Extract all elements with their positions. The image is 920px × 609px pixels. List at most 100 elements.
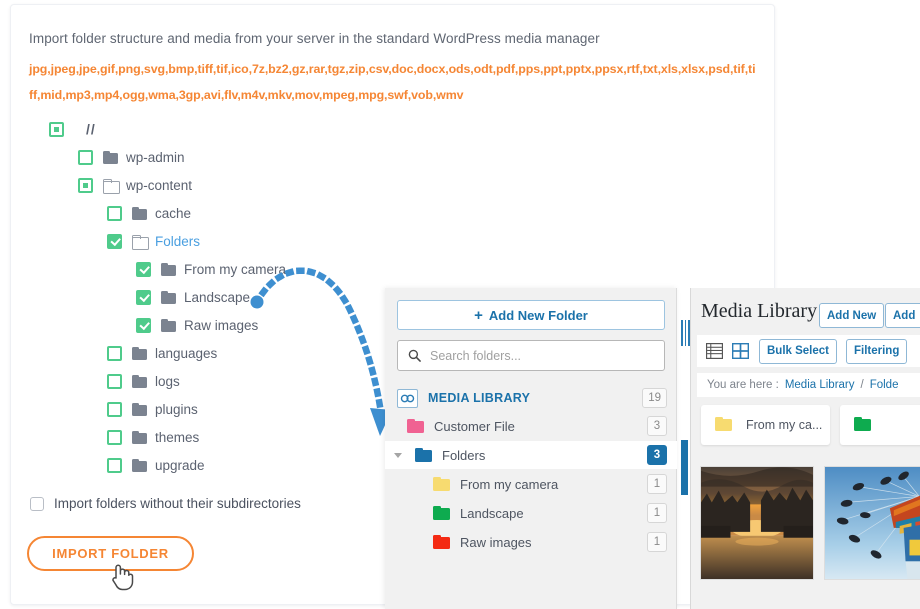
folder-row-raw-images[interactable]: Raw images 1 bbox=[385, 528, 677, 556]
folder-row-customer-file[interactable]: Customer File 3 bbox=[385, 412, 677, 440]
folder-item-count: 1 bbox=[647, 503, 667, 523]
folder-item-count: 1 bbox=[647, 532, 667, 552]
checkbox-logs[interactable] bbox=[107, 373, 122, 389]
search-folders-field[interactable]: Search folders... bbox=[397, 340, 665, 371]
tree-row-raw-images[interactable]: Raw images bbox=[31, 311, 391, 339]
supported-extensions-text: jpg,jpeg,jpe,gif,png,svg,bmp,tiff,tif,ic… bbox=[29, 62, 756, 102]
tree-row-logs[interactable]: logs bbox=[31, 367, 391, 395]
chevron-down-icon[interactable] bbox=[394, 452, 402, 458]
folder-row-from-my-camera[interactable]: From my camera 1 bbox=[385, 470, 677, 498]
folder-icon bbox=[407, 419, 424, 433]
tree-label: themes bbox=[155, 429, 200, 445]
tree-label: languages bbox=[155, 345, 218, 361]
folder-solid-icon bbox=[132, 346, 147, 360]
breadcrumb-separator: / bbox=[860, 379, 864, 391]
checkbox-wp-content[interactable] bbox=[78, 177, 93, 193]
grid-view-icon[interactable] bbox=[732, 343, 749, 359]
media-library-label: MEDIA LIBRARY bbox=[428, 391, 531, 405]
tree-label: Raw images bbox=[184, 317, 259, 333]
panel-resize-handle[interactable] bbox=[681, 320, 690, 346]
checkbox-themes[interactable] bbox=[107, 429, 122, 445]
bulk-select-button[interactable]: Bulk Select bbox=[759, 338, 837, 364]
folder-solid-icon bbox=[132, 206, 147, 220]
page-title: Media Library bbox=[701, 300, 818, 322]
folder-solid-icon bbox=[132, 402, 147, 416]
folder-solid-icon bbox=[103, 150, 118, 164]
intro-text: Import folder structure and media from y… bbox=[29, 31, 600, 46]
folder-row-folders[interactable]: Folders 3 bbox=[385, 441, 677, 469]
folder-label: From my camera bbox=[460, 476, 559, 492]
mouse-cursor-pointer-icon bbox=[112, 564, 134, 591]
breadcrumb-root-link[interactable]: Media Library bbox=[785, 379, 855, 391]
tree-row-from-my-camera[interactable]: From my camera bbox=[31, 255, 391, 283]
tree-row-plugins[interactable]: plugins bbox=[31, 395, 391, 423]
screen: Import folder structure and media from y… bbox=[0, 0, 920, 609]
tree-label: From my camera bbox=[184, 261, 287, 277]
checkbox-plugins[interactable] bbox=[107, 401, 122, 417]
carnival-swing-ride-photo[interactable] bbox=[824, 466, 920, 580]
tree-row-landscape[interactable]: Landscape bbox=[31, 283, 391, 311]
filtering-button[interactable]: Filtering bbox=[846, 338, 908, 364]
folder-solid-icon bbox=[161, 290, 176, 304]
folder-icon bbox=[715, 417, 735, 433]
folder-label: Customer File bbox=[434, 418, 515, 434]
panel-scrollbar-thumb[interactable] bbox=[681, 440, 688, 495]
folder-solid-icon bbox=[161, 318, 176, 332]
folder-icon bbox=[433, 477, 450, 491]
tree-label: Landscape bbox=[184, 289, 251, 305]
tree-row-folders[interactable]: Folders bbox=[31, 227, 391, 255]
breadcrumb-prefix: You are here : bbox=[707, 379, 779, 391]
search-icon bbox=[408, 349, 421, 362]
folder-icon bbox=[433, 535, 450, 549]
subdirectories-label: Import folders without their subdirector… bbox=[54, 496, 301, 511]
checkbox-landscape[interactable] bbox=[136, 289, 151, 305]
tree-root-label: // bbox=[86, 121, 96, 137]
server-folder-tree: // wp-admin wp-content cache Folders From my… bbox=[31, 115, 391, 479]
subdirectories-checkbox[interactable] bbox=[30, 496, 44, 511]
tree-row-cache[interactable]: cache bbox=[31, 199, 391, 227]
tree-row-wp-content[interactable]: wp-content bbox=[31, 171, 391, 199]
media-toolbar: Bulk Select Filtering bbox=[697, 335, 920, 367]
tree-row-root[interactable]: // bbox=[31, 115, 391, 143]
checkbox-from-my-camera[interactable] bbox=[136, 261, 151, 277]
add-new-folder-button[interactable]: + Add New Folder bbox=[397, 300, 665, 330]
add-secondary-button[interactable]: Add bbox=[885, 303, 920, 328]
checkbox-languages[interactable] bbox=[107, 345, 122, 361]
folder-solid-icon bbox=[161, 262, 176, 276]
import-without-subdirectories-option[interactable]: Import folders without their subdirector… bbox=[30, 496, 301, 511]
add-new-button[interactable]: Add New bbox=[819, 303, 885, 328]
folder-open-icon bbox=[132, 234, 149, 250]
folder-open-icon bbox=[103, 178, 120, 194]
tree-row-wp-admin[interactable]: wp-admin bbox=[31, 143, 391, 171]
checkbox-cache[interactable] bbox=[107, 205, 122, 221]
checkbox-upgrade[interactable] bbox=[107, 457, 122, 473]
folder-card[interactable]: From my ca... bbox=[701, 405, 830, 445]
breadcrumb-current[interactable]: Folde bbox=[870, 379, 899, 391]
tree-label: wp-content bbox=[126, 177, 193, 193]
list-view-icon[interactable] bbox=[706, 343, 723, 359]
media-library-root-row[interactable]: MEDIA LIBRARY 19 bbox=[385, 384, 677, 412]
canal-sunset-photo[interactable] bbox=[700, 466, 814, 580]
checkbox-root[interactable] bbox=[49, 121, 64, 137]
tree-label: logs bbox=[155, 373, 180, 389]
tree-row-themes[interactable]: themes bbox=[31, 423, 391, 451]
breadcrumb: You are here : Media Library / Folde bbox=[697, 373, 920, 397]
tree-label: Folders bbox=[155, 233, 201, 249]
add-new-folder-label: Add New Folder bbox=[488, 307, 588, 323]
folder-solid-icon bbox=[132, 430, 147, 444]
checkbox-raw-images[interactable] bbox=[136, 317, 151, 333]
checkbox-wp-admin[interactable] bbox=[78, 149, 93, 165]
folder-card-label: From my ca... bbox=[746, 418, 823, 432]
tree-label: cache bbox=[155, 205, 192, 221]
tree-label: wp-admin bbox=[126, 149, 185, 165]
folder-icon bbox=[415, 448, 432, 462]
tree-label: upgrade bbox=[155, 457, 205, 473]
media-library-infinity-icon bbox=[397, 388, 418, 408]
folder-card[interactable] bbox=[840, 405, 920, 445]
folder-icon bbox=[433, 506, 450, 520]
tree-row-languages[interactable]: languages bbox=[31, 339, 391, 367]
folder-item-count: 1 bbox=[647, 474, 667, 494]
tree-row-upgrade[interactable]: upgrade bbox=[31, 451, 391, 479]
checkbox-folders[interactable] bbox=[107, 233, 122, 249]
folder-row-landscape[interactable]: Landscape 1 bbox=[385, 499, 677, 527]
